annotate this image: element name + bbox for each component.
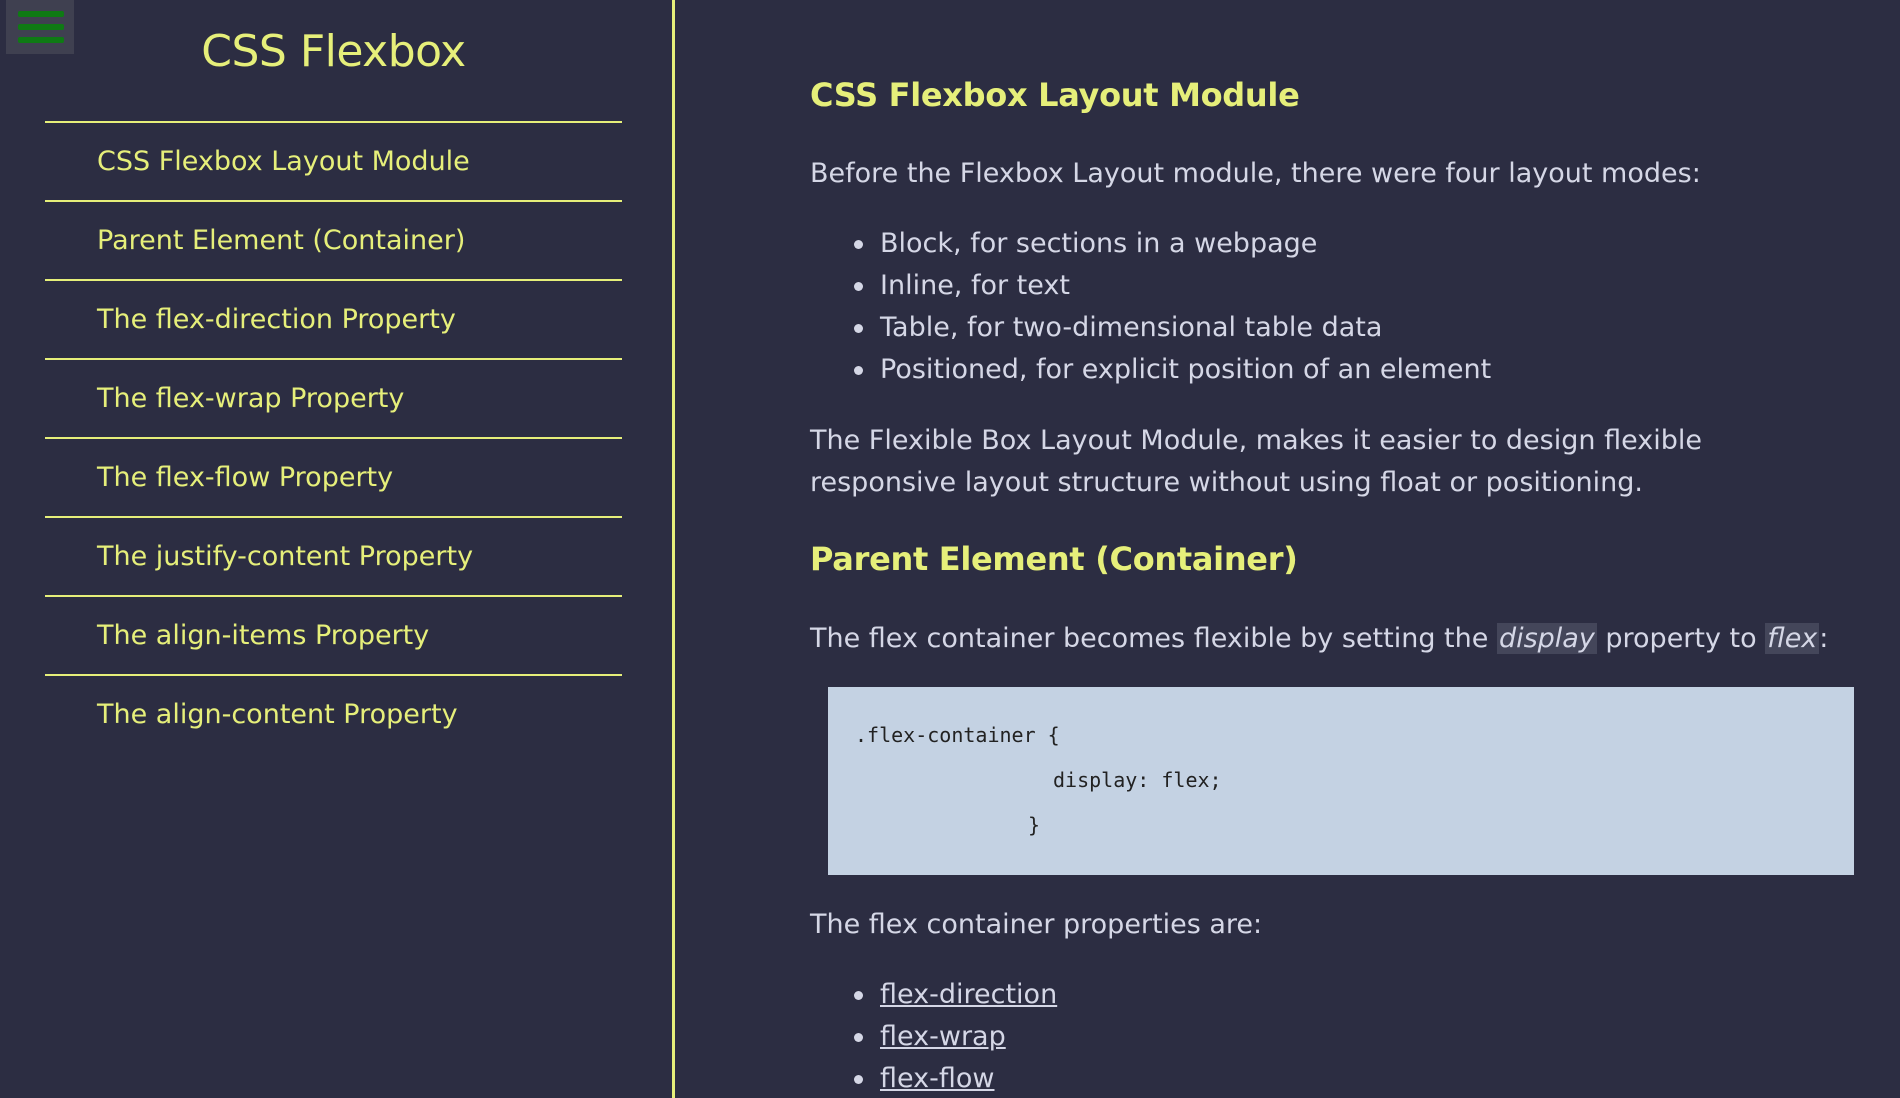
list-item: flex-wrap [853, 1016, 1057, 1058]
paragraph-text: property to [1596, 623, 1766, 654]
link-flex-wrap[interactable]: flex-wrap [880, 1021, 1006, 1052]
layout-modes-list: Block, for sections in a webpage Inline,… [810, 223, 1491, 391]
code-line: .flex-container { [855, 723, 1060, 747]
sidebar-item-parent-element[interactable]: Parent Element (Container) [45, 200, 622, 279]
main-content: CSS Flexbox Layout Module Before the Fle… [810, 0, 1860, 1098]
sidebar-item-align-items[interactable]: The align-items Property [45, 595, 622, 674]
sidebar: CSS Flexbox CSS Flexbox Layout Module Pa… [0, 0, 675, 1098]
code-line: } [1028, 813, 1041, 837]
page: CSS Flexbox CSS Flexbox Layout Module Pa… [0, 0, 1900, 1098]
list-item: Inline, for text [853, 265, 1491, 307]
sidebar-item-flexbox-layout-module[interactable]: CSS Flexbox Layout Module [45, 121, 622, 200]
section-heading-parent-element: Parent Element (Container) [810, 540, 1298, 578]
hamburger-icon [18, 11, 64, 17]
sidebar-item-flex-flow[interactable]: The flex-flow Property [45, 437, 622, 516]
code-line: display: flex; [1053, 768, 1222, 792]
sidebar-item-flex-direction[interactable]: The flex-direction Property [45, 279, 622, 358]
section-heading-flexbox-layout-module: CSS Flexbox Layout Module [810, 76, 1300, 114]
link-flex-flow[interactable]: flex-flow [880, 1063, 994, 1094]
keyword-flex: flex [1765, 623, 1820, 654]
paragraph-text: The flex container becomes flexible by s… [810, 623, 1497, 654]
keyword-display: display [1496, 623, 1597, 654]
paragraph-text: : [1819, 623, 1829, 654]
container-properties-list: flex-direction flex-wrap flex-flow [810, 974, 1057, 1098]
sidebar-item-flex-wrap[interactable]: The flex-wrap Property [45, 358, 622, 437]
list-item: flex-direction [853, 974, 1057, 1016]
sidebar-item-justify-content[interactable]: The justify-content Property [45, 516, 622, 595]
sidebar-title: CSS Flexbox [201, 26, 466, 77]
code-example: .flex-container { display: flex; } [828, 687, 1854, 875]
summary-paragraph: The Flexible Box Layout Module, makes it… [810, 425, 1702, 498]
intro-paragraph: Before the Flexbox Layout module, there … [810, 158, 1701, 189]
list-item: flex-flow [853, 1058, 1057, 1098]
link-flex-direction[interactable]: flex-direction [880, 979, 1057, 1010]
list-item: Block, for sections in a webpage [853, 223, 1491, 265]
flex-container-paragraph: The flex container becomes flexible by s… [810, 618, 1850, 660]
properties-intro-paragraph: The flex container properties are: [810, 909, 1263, 940]
sidebar-item-align-content[interactable]: The align-content Property [45, 674, 622, 753]
sidebar-nav: CSS Flexbox Layout Module Parent Element… [45, 121, 622, 753]
list-item: Table, for two-dimensional table data [853, 307, 1491, 349]
list-item: Positioned, for explicit position of an … [853, 349, 1491, 391]
